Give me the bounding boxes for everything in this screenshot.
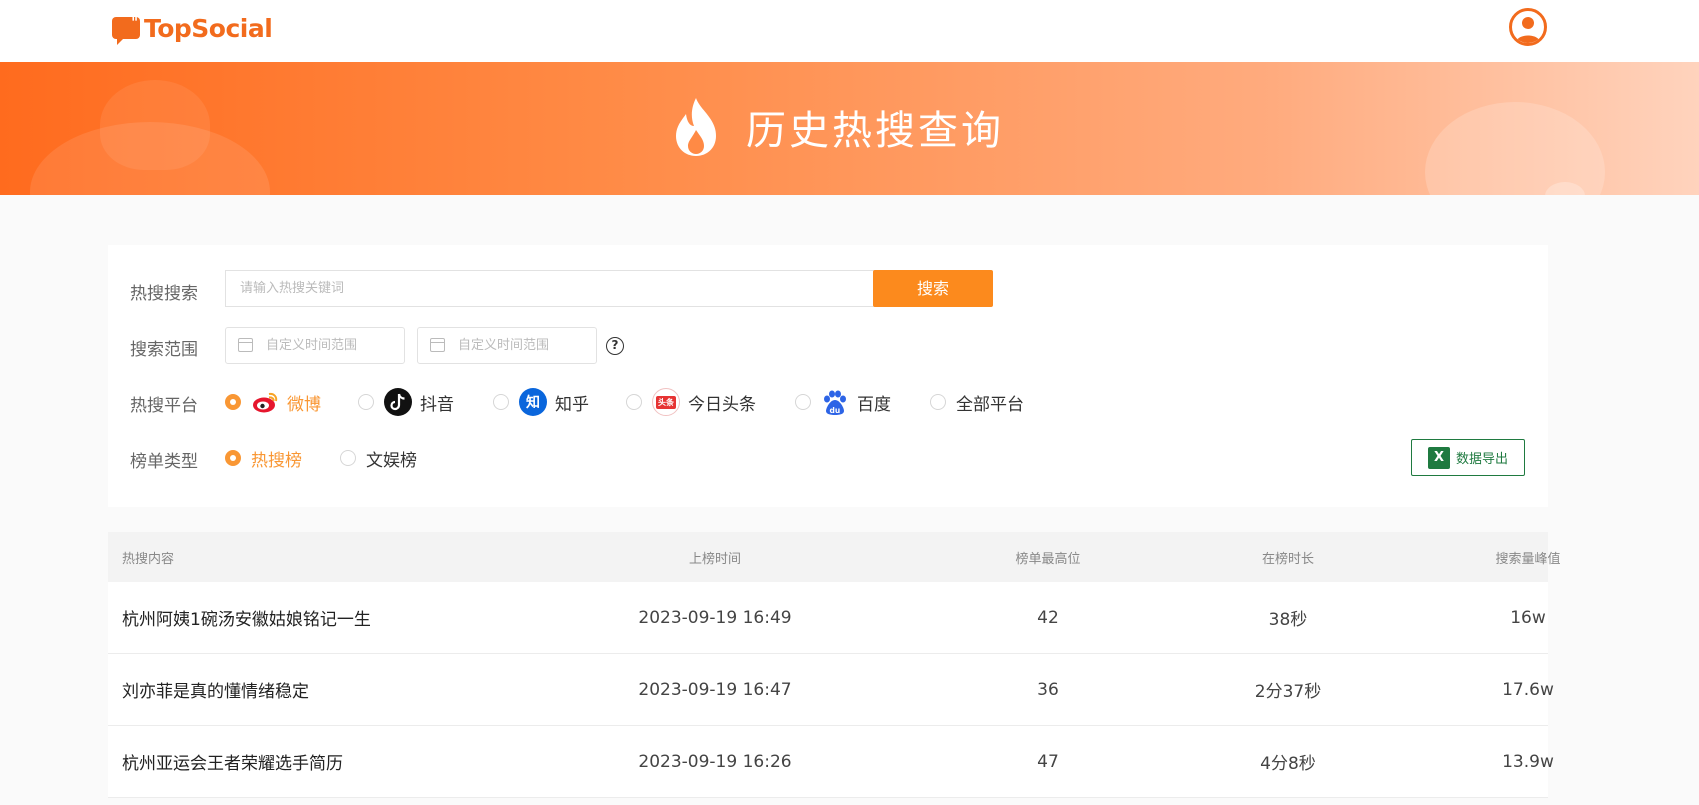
chat-bubble-logo-icon: " [112, 17, 140, 45]
date-end-placeholder: 自定义时间范围 [458, 338, 550, 353]
page-title: 历史热搜查询 [746, 108, 1004, 154]
list-type-label: 榜单类型 [130, 452, 198, 472]
listed-time: 2023-09-19 16:26 [638, 751, 792, 772]
platform-option-baidu[interactable]: du 百度 [795, 387, 891, 417]
filter-panel: 热搜搜索 请输入热搜关键词 搜索 搜索范围 自定义时间范围 自定义时间范围 ? … [108, 245, 1548, 507]
table-row[interactable]: 杭州亚运会王者荣耀选手简历 2023-09-19 16:26 47 4分8秒 1… [108, 726, 1554, 798]
excel-icon: X [1427, 446, 1450, 469]
search-volume-peak: 17.6w [1502, 679, 1554, 700]
banner-decoration [1425, 102, 1605, 195]
topsocial-logo[interactable]: " TopSocial [112, 12, 273, 45]
date-start-input[interactable]: 自定义时间范围 [225, 327, 405, 364]
export-label: 数据导出 [1455, 452, 1508, 467]
platform-label-douyin: 抖音 [420, 394, 454, 415]
search-input[interactable]: 请输入热搜关键词 [225, 270, 875, 307]
listed-time: 2023-09-19 16:47 [638, 679, 792, 700]
table-row[interactable]: 刘亦菲是真的懂情绪稳定 2023-09-19 16:47 36 2分37秒 17… [108, 654, 1554, 726]
column-header[interactable]: 上榜时间 [615, 532, 815, 582]
table-row[interactable]: 杭州阿姨1碗汤安徽姑娘铭记一生 2023-09-19 16:49 42 38秒 … [108, 582, 1548, 654]
platform-label: 热搜平台 [130, 396, 198, 416]
list-type-label-hot: 热搜榜 [251, 450, 302, 471]
peak-rank: 47 [1037, 751, 1059, 772]
table-header: 热搜内容 上榜时间 榜单最高位 在榜时长 搜索量峰值 [108, 532, 1561, 582]
export-data-button[interactable]: X 数据导出 [1411, 439, 1525, 476]
column-header[interactable]: 搜索量峰值 [1428, 532, 1628, 582]
column-header[interactable]: 热搜内容 [122, 532, 174, 582]
banner-decoration [100, 80, 210, 170]
search-volume-peak: 13.9w [1502, 751, 1554, 772]
search-volume-peak: 16w [1510, 607, 1546, 628]
duration: 2分37秒 [1254, 682, 1322, 702]
flame-icon [676, 98, 716, 156]
hot-topic-title[interactable]: 杭州阿姨1碗汤安徽姑娘铭记一生 [122, 582, 371, 653]
peak-rank: 36 [1037, 679, 1059, 700]
user-avatar-icon[interactable] [1509, 8, 1547, 46]
platform-option-weibo[interactable]: 微博 [225, 387, 321, 417]
platform-label-baidu: 百度 [857, 394, 891, 415]
baidu-icon: du [821, 388, 849, 416]
platform-option-zhihu[interactable]: 知 知乎 [493, 387, 589, 417]
list-type-option-entertainment[interactable]: 文娱榜 [340, 443, 417, 473]
platform-label-toutiao: 今日头条 [688, 394, 756, 415]
radio-button[interactable] [493, 394, 509, 410]
radio-button[interactable] [795, 394, 811, 410]
radio-button[interactable] [225, 394, 241, 410]
top-bar: " TopSocial [0, 0, 1699, 62]
platform-label-weibo: 微博 [287, 394, 321, 415]
date-end-input[interactable]: 自定义时间范围 [417, 327, 597, 364]
search-label: 热搜搜索 [130, 284, 198, 304]
search-button[interactable]: 搜索 [873, 270, 993, 307]
platform-option-all[interactable]: 全部平台 [930, 387, 1024, 417]
listed-time: 2023-09-19 16:49 [638, 607, 792, 628]
radio-button[interactable] [340, 450, 356, 466]
radio-button[interactable] [626, 394, 642, 410]
platform-option-toutiao[interactable]: 头条 今日头条 [626, 387, 756, 417]
calendar-icon [430, 338, 445, 352]
range-label: 搜索范围 [130, 340, 198, 360]
duration: 4分8秒 [1260, 754, 1316, 774]
list-type-label-entertainment: 文娱榜 [366, 450, 417, 471]
radio-button[interactable] [225, 450, 241, 466]
zhihu-icon: 知 [519, 388, 547, 416]
duration: 38秒 [1268, 610, 1308, 630]
hot-topic-title[interactable]: 刘亦菲是真的懂情绪稳定 [122, 654, 309, 725]
help-icon[interactable]: ? [606, 337, 624, 355]
column-header[interactable]: 在榜时长 [1188, 532, 1388, 582]
platform-label-zhihu: 知乎 [555, 394, 589, 415]
column-header[interactable]: 榜单最高位 [948, 532, 1148, 582]
svg-text:du: du [830, 406, 841, 415]
platform-label-all: 全部平台 [956, 394, 1024, 415]
radio-button[interactable] [930, 394, 946, 410]
weibo-icon [251, 388, 279, 416]
peak-rank: 42 [1037, 607, 1059, 628]
list-type-option-hot[interactable]: 热搜榜 [225, 443, 302, 473]
radio-button[interactable] [358, 394, 374, 410]
platform-option-douyin[interactable]: 抖音 [358, 387, 454, 417]
date-start-placeholder: 自定义时间范围 [266, 338, 358, 353]
toutiao-icon: 头条 [652, 388, 680, 416]
page-banner: 历史热搜查询 [0, 62, 1699, 195]
calendar-icon [238, 338, 253, 352]
douyin-icon [384, 388, 412, 416]
hot-topic-title[interactable]: 杭州亚运会王者荣耀选手简历 [122, 726, 343, 797]
banner-title: 历史热搜查询 [670, 92, 1004, 162]
logo-text: TopSocial [144, 13, 273, 43]
